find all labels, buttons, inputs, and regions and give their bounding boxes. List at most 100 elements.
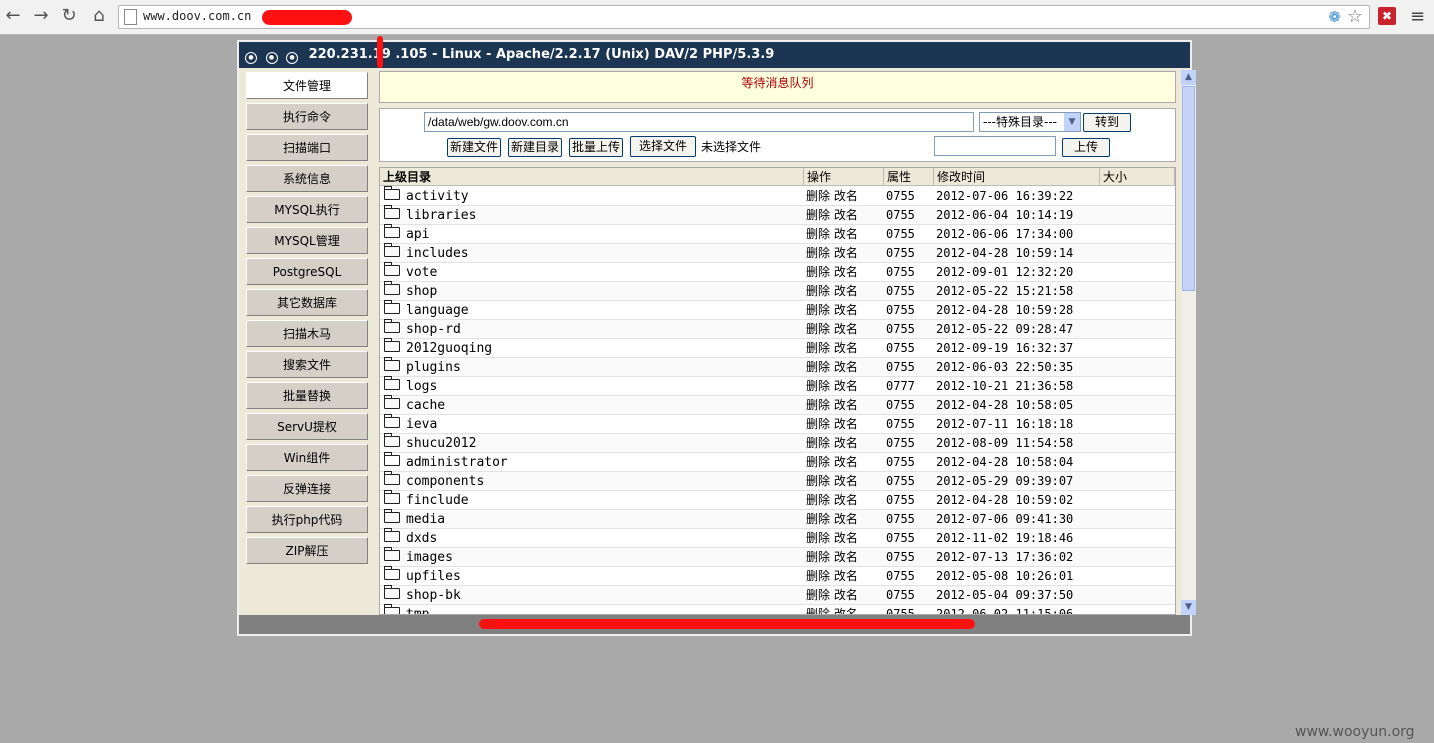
sidebar-item-7[interactable]: 其它数据库 (246, 289, 368, 316)
dir-link[interactable]: 2012guoqing (384, 338, 492, 358)
dir-name[interactable]: upfiles (406, 569, 461, 584)
dir-link[interactable]: language (384, 300, 469, 320)
rename-link[interactable]: 改名 (834, 550, 858, 564)
rename-link[interactable]: 改名 (834, 341, 858, 355)
menu-icon[interactable]: ≡ (1410, 6, 1425, 27)
dir-link[interactable]: upfiles (384, 566, 461, 586)
perm-link[interactable]: 0755 (886, 434, 915, 453)
dir-name[interactable]: shop (406, 284, 437, 299)
perm-link[interactable]: 0755 (886, 472, 915, 491)
mtime-link[interactable]: 2012-04-28 10:59:14 (936, 244, 1073, 263)
dir-name[interactable]: shop-rd (406, 322, 461, 337)
dir-link[interactable]: cache (384, 395, 445, 415)
extension-icon[interactable]: ❁ (1328, 8, 1341, 26)
dir-link[interactable]: api (384, 224, 429, 244)
mtime-link[interactable]: 2012-07-13 17:36:02 (936, 548, 1073, 567)
delete-link[interactable]: 删除 (806, 569, 830, 583)
mtime-link[interactable]: 2012-07-06 16:39:22 (936, 187, 1073, 206)
dir-name[interactable]: shucu2012 (406, 436, 476, 451)
mtime-link[interactable]: 2012-05-22 09:28:47 (936, 320, 1073, 339)
dir-name[interactable]: plugins (406, 360, 461, 375)
dir-link[interactable]: shucu2012 (384, 433, 476, 453)
window-control-icon[interactable]: ● (265, 52, 278, 64)
perm-link[interactable]: 0755 (886, 187, 915, 206)
dir-link[interactable]: plugins (384, 357, 461, 377)
choose-file-button[interactable]: 选择文件 (630, 136, 696, 157)
dir-name[interactable]: images (406, 550, 453, 565)
rename-link[interactable]: 改名 (834, 436, 858, 450)
dir-link[interactable]: shop (384, 281, 437, 301)
dir-name[interactable]: cache (406, 398, 445, 413)
sidebar-item-1[interactable]: 执行命令 (246, 103, 368, 130)
dir-name[interactable]: libraries (406, 208, 476, 223)
sidebar-item-2[interactable]: 扫描端口 (246, 134, 368, 161)
dir-name[interactable]: shop-bk (406, 588, 461, 603)
perm-link[interactable]: 0755 (886, 567, 915, 586)
dir-link[interactable]: ieva (384, 414, 437, 434)
sidebar-item-8[interactable]: 扫描木马 (246, 320, 368, 347)
dir-link[interactable]: shop-rd (384, 319, 461, 339)
mtime-link[interactable]: 2012-05-29 09:39:07 (936, 472, 1073, 491)
perm-link[interactable]: 0755 (886, 358, 915, 377)
dir-link[interactable]: shop-bk (384, 585, 461, 605)
sidebar-item-15[interactable]: ZIP解压 (246, 537, 368, 564)
delete-link[interactable]: 删除 (806, 550, 830, 564)
dir-link[interactable]: tmp (384, 604, 429, 614)
perm-link[interactable]: 0755 (886, 491, 915, 510)
new-dir-button[interactable]: 新建目录 (508, 138, 562, 157)
rename-link[interactable]: 改名 (834, 607, 858, 614)
sidebar-item-4[interactable]: MYSQL执行 (246, 196, 368, 223)
dir-name[interactable]: includes (406, 246, 469, 261)
dir-link[interactable]: includes (384, 243, 469, 263)
mtime-link[interactable]: 2012-04-28 10:59:28 (936, 301, 1073, 320)
sidebar-item-0[interactable]: 文件管理 (246, 72, 368, 99)
window-control-icon[interactable]: ● (286, 52, 299, 64)
rename-link[interactable]: 改名 (834, 303, 858, 317)
scroll-up-icon[interactable]: ▲ (1181, 70, 1196, 85)
delete-link[interactable]: 删除 (806, 493, 830, 507)
dir-link[interactable]: libraries (384, 205, 476, 225)
delete-link[interactable]: 删除 (806, 607, 830, 614)
batch-upload-button[interactable]: 批量上传 (569, 138, 623, 157)
delete-link[interactable]: 删除 (806, 379, 830, 393)
sidebar-item-9[interactable]: 搜索文件 (246, 351, 368, 378)
delete-link[interactable]: 删除 (806, 436, 830, 450)
delete-link[interactable]: 删除 (806, 360, 830, 374)
rename-link[interactable]: 改名 (834, 379, 858, 393)
dir-link[interactable]: vote (384, 262, 437, 282)
delete-link[interactable]: 删除 (806, 512, 830, 526)
perm-link[interactable]: 0755 (886, 339, 915, 358)
dir-name[interactable]: components (406, 474, 484, 489)
delete-link[interactable]: 删除 (806, 417, 830, 431)
dir-name[interactable]: finclude (406, 493, 469, 508)
path-input[interactable] (424, 112, 974, 132)
mtime-link[interactable]: 2012-07-06 09:41:30 (936, 510, 1073, 529)
delete-link[interactable]: 删除 (806, 284, 830, 298)
rename-link[interactable]: 改名 (834, 512, 858, 526)
extension-red-icon[interactable]: ✖ (1378, 7, 1396, 25)
mtime-link[interactable]: 2012-05-04 09:37:50 (936, 586, 1073, 605)
dir-name[interactable]: dxds (406, 531, 437, 546)
delete-link[interactable]: 删除 (806, 265, 830, 279)
perm-link[interactable]: 0755 (886, 282, 915, 301)
rename-link[interactable]: 改名 (834, 189, 858, 203)
new-file-button[interactable]: 新建文件 (447, 138, 501, 157)
perm-link[interactable]: 0755 (886, 244, 915, 263)
rename-link[interactable]: 改名 (834, 531, 858, 545)
bookmark-star-icon[interactable]: ☆ (1347, 6, 1363, 27)
dir-name[interactable]: activity (406, 189, 469, 204)
rename-link[interactable]: 改名 (834, 246, 858, 260)
mtime-link[interactable]: 2012-10-21 21:36:58 (936, 377, 1073, 396)
rename-link[interactable]: 改名 (834, 455, 858, 469)
delete-link[interactable]: 删除 (806, 341, 830, 355)
rename-link[interactable]: 改名 (834, 417, 858, 431)
dir-name[interactable]: ieva (406, 417, 437, 432)
rename-link[interactable]: 改名 (834, 360, 858, 374)
dir-link[interactable]: administrator (384, 452, 508, 472)
rename-link[interactable]: 改名 (834, 474, 858, 488)
mtime-link[interactable]: 2012-06-02 11:15:06 (936, 605, 1073, 614)
back-icon[interactable]: ← (2, 5, 24, 27)
rename-link[interactable]: 改名 (834, 398, 858, 412)
dir-name[interactable]: logs (406, 379, 437, 394)
perm-link[interactable]: 0755 (886, 586, 915, 605)
